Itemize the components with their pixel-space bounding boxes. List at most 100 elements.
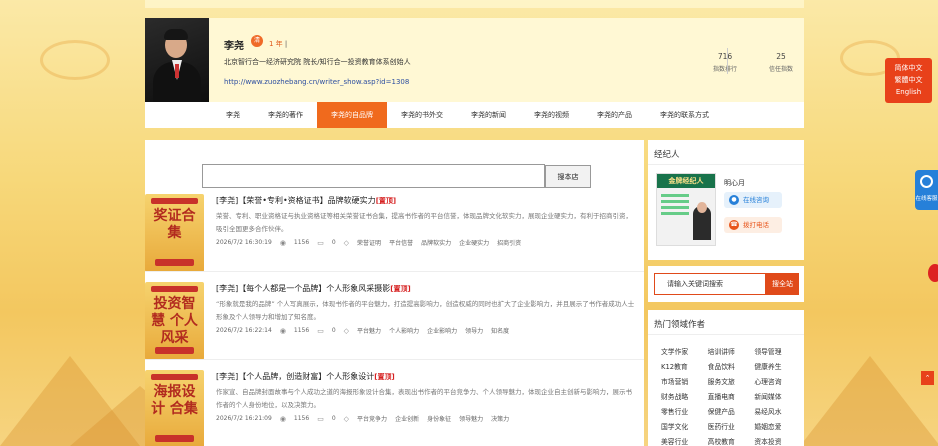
call-button[interactable]: ☎ 拨打电话 (724, 217, 782, 233)
article-item[interactable]: 投资智慧 个人风采 [李尧]【每个人都是一个品牌】个人形象风采摄影[置顶] “形… (145, 282, 644, 362)
article-tag[interactable]: 平台信誉 (389, 238, 413, 247)
article-tag[interactable]: 领导力 (465, 326, 483, 335)
article-item[interactable]: 奖证合集 [李尧]【荣誉•专利•资格证书】品牌软硬实力[置顶] 荣誉、专利、职业… (145, 194, 644, 274)
hot-author-link[interactable]: 服务文旅 (708, 376, 755, 386)
article-title-text: [李尧]【个人品牌，创造财富】个人形象设计 (216, 372, 375, 381)
divider (145, 271, 644, 272)
article-cover-title: 海报设计 合集 (151, 384, 198, 417)
pinned-tag: [置顶] (390, 285, 411, 293)
online-service-button[interactable]: 在线客服 (915, 170, 938, 210)
lang-traditional[interactable]: 繁體中文 (885, 74, 932, 86)
article-item[interactable]: 海报设计 合集 [李尧]【个人品牌，创造财富】个人形象设计[置顶] 作家宣、自品… (145, 370, 644, 446)
store-search-input[interactable] (202, 164, 545, 188)
hot-author-link[interactable]: 市场营销 (661, 376, 708, 386)
divider (145, 359, 644, 360)
article-tag[interactable]: 品牌软实力 (421, 238, 451, 247)
hot-author-link[interactable]: 医药行业 (708, 421, 755, 431)
call-label: 拨打电话 (743, 221, 769, 229)
stat-rank-value: 716 (717, 52, 733, 61)
article-title-text: [李尧]【每个人都是一个品牌】个人形象风采摄影 (216, 284, 391, 293)
hot-author-link[interactable]: 新闻媒体 (754, 391, 801, 401)
hot-author-link[interactable]: 美容行业 (661, 436, 708, 446)
back-to-top-icon[interactable]: ⌃ (921, 371, 934, 385)
hot-author-link[interactable]: 培训讲师 (708, 346, 755, 356)
article-views: 1156 (293, 327, 310, 334)
nav-item-brand[interactable]: 李尧的自品牌 (317, 102, 387, 128)
nav-item-home[interactable]: 李尧 (212, 102, 254, 128)
lang-english[interactable]: English (885, 86, 932, 98)
agent-heading: 经纪人 (654, 150, 680, 160)
tag-icon: ◇ (343, 326, 350, 335)
floating-red-button[interactable] (928, 264, 938, 282)
profile-description: 北京智行合一经济研究院 院长/知行合一投资教育体系创始人 (224, 58, 411, 66)
nav-item-contact[interactable]: 李尧的联系方式 (646, 102, 723, 128)
article-tag[interactable]: 招商引资 (497, 238, 521, 247)
article-tag[interactable]: 知名度 (491, 326, 509, 335)
store-search-button[interactable]: 搜本店 (545, 165, 591, 188)
article-tag[interactable]: 企业硬实力 (459, 238, 489, 247)
article-tag[interactable]: 身份象征 (427, 414, 451, 423)
consult-button[interactable]: ● 在线咨询 (724, 192, 782, 208)
language-switcher: 简体中文 繁體中文 English (885, 58, 932, 103)
lang-simplified[interactable]: 简体中文 (885, 62, 932, 74)
article-title-text: [李尧]【荣誉•专利•资格证书】品牌软硬实力 (216, 196, 376, 205)
hot-author-link[interactable]: 健康养生 (754, 361, 801, 371)
headset-icon (920, 175, 933, 188)
nav-item-works[interactable]: 李尧的著作 (254, 102, 317, 128)
article-cover[interactable]: 奖证合集 (145, 194, 204, 272)
site-search-input[interactable]: 请输入关键词搜索 (654, 273, 766, 295)
article-tag[interactable]: 企业创新 (395, 414, 419, 423)
hot-author-link[interactable]: 保健产品 (708, 406, 755, 416)
stat-rank-label: 指数排行 (712, 66, 737, 73)
hot-author-link[interactable]: 食品饮料 (708, 361, 755, 371)
article-cover[interactable]: 投资智慧 个人风采 (145, 282, 204, 360)
pinned-tag: [置顶] (374, 373, 395, 381)
member-years-value: 1 年 (269, 40, 283, 48)
site-search-button[interactable]: 搜全站 (766, 273, 799, 295)
article-date: 2026/7/2 16:21:09 (216, 415, 272, 422)
nav-item-products[interactable]: 李尧的产品 (583, 102, 646, 128)
article-cover[interactable]: 海报设计 合集 (145, 370, 204, 446)
comment-icon: ▭ (317, 238, 324, 247)
hot-author-link[interactable]: 易经风水 (754, 406, 801, 416)
agent-card-image[interactable]: 金牌经纪人 (656, 173, 716, 246)
profile-nav: 李尧 李尧的著作 李尧的自品牌 李尧的书外交 李尧的新闻 李尧的视频 李尧的产品… (145, 102, 804, 128)
article-tag[interactable]: 个人影响力 (389, 326, 419, 335)
hot-author-link[interactable]: 领导管理 (754, 346, 801, 356)
article-views: 1156 (293, 415, 310, 422)
chat-icon: ● (729, 195, 739, 205)
consult-label: 在线咨询 (743, 196, 769, 204)
article-title[interactable]: [李尧]【荣誉•专利•资格证书】品牌软硬实力[置顶] (216, 195, 396, 206)
comment-icon: ▭ (317, 414, 324, 423)
hot-author-link[interactable]: 文学作家 (661, 346, 708, 356)
hot-author-link[interactable]: 直播电商 (708, 391, 755, 401)
hot-author-link[interactable]: K12教育 (661, 361, 708, 371)
article-meta: 2026/7/2 16:30:19 ◉ 1156 ▭ 0 ◇ 荣誉证明 平台信誉 品… (216, 238, 521, 248)
nav-item-video[interactable]: 李尧的视频 (520, 102, 583, 128)
article-tag[interactable]: 平台魅力 (357, 326, 381, 335)
agent-name: 明心月 (724, 179, 745, 187)
article-tag[interactable]: 领导魅力 (459, 414, 483, 423)
article-title[interactable]: [李尧]【每个人都是一个品牌】个人形象风采摄影[置顶] (216, 283, 411, 294)
hot-author-link[interactable]: 高校教育 (708, 436, 755, 446)
article-tag[interactable]: 平台竞争力 (357, 414, 387, 423)
hot-author-link[interactable]: 心理咨询 (754, 376, 801, 386)
comment-icon: ▭ (317, 326, 324, 335)
profile-url-link[interactable]: http://www.zuozhebang.cn/writer_show.asp… (224, 78, 409, 86)
article-tag[interactable]: 荣誉证明 (357, 238, 381, 247)
hot-author-link[interactable]: 财务战略 (661, 391, 708, 401)
background-mountain (800, 356, 938, 446)
hot-author-link[interactable]: 国学文化 (661, 421, 708, 431)
article-summary: 作家宣、自品牌封面故事与个人成功之道的海报形象设计合集，表现出书作者的平台竞争力… (216, 388, 632, 409)
hot-author-link[interactable]: 零售行业 (661, 406, 708, 416)
stat-rank: 716 指数排行 (700, 52, 750, 73)
article-title[interactable]: [李尧]【个人品牌，创造财富】个人形象设计[置顶] (216, 371, 395, 382)
article-tag[interactable]: 决策力 (491, 414, 509, 423)
divider (727, 48, 728, 74)
nav-item-news[interactable]: 李尧的新闻 (457, 102, 520, 128)
hot-author-link[interactable]: 资本投资 (754, 436, 801, 446)
hot-author-link[interactable]: 婚姻恋爱 (754, 421, 801, 431)
article-tag[interactable]: 企业影响力 (427, 326, 457, 335)
nav-item-diplomacy[interactable]: 李尧的书外交 (387, 102, 457, 128)
article-meta: 2026/7/2 16:22:14 ◉ 1156 ▭ 0 ◇ 平台魅力 个人影响力 … (216, 326, 509, 336)
